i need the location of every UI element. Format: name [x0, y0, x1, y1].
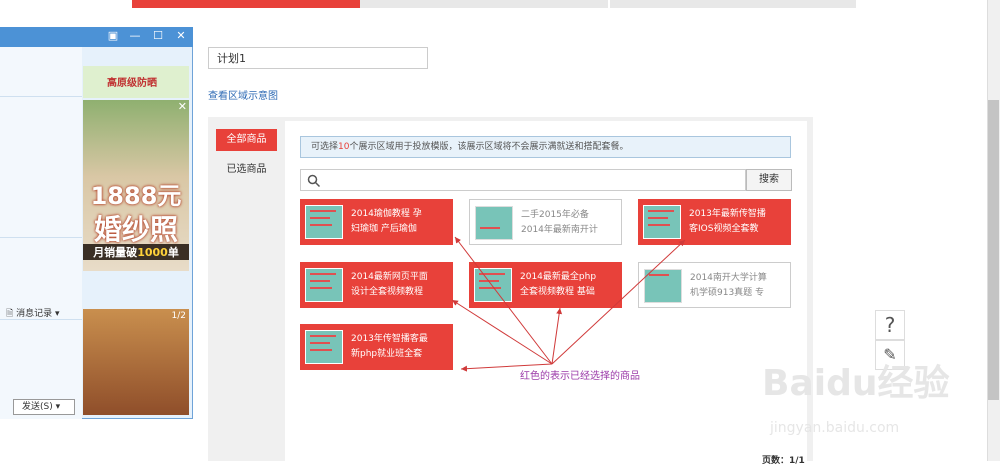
- ad-banner-top[interactable]: 高原级防晒: [83, 66, 189, 98]
- minimize-icon[interactable]: —: [128, 29, 142, 43]
- send-button[interactable]: 发送(S) ▾: [13, 399, 75, 415]
- message-record-button[interactable]: 🗎 消息记录 ▾: [6, 306, 60, 322]
- watermark-url: jingyan.baidu.com: [770, 420, 900, 436]
- scrollbar-thumb[interactable]: [988, 100, 999, 400]
- ad-banner-character[interactable]: 1/2: [83, 309, 189, 415]
- menu-icon[interactable]: ▣: [106, 29, 120, 43]
- ad-page-indicator: 1/2: [171, 311, 186, 321]
- close-icon[interactable]: ✕: [174, 29, 188, 43]
- close-icon[interactable]: ✕: [178, 100, 187, 113]
- qq-chat-area: [0, 47, 82, 419]
- ad-banner-wedding[interactable]: 1888元 婚纱照 月销量破1000单 ✕: [83, 100, 189, 271]
- annotation-text: 红色的表示已经选择的商品: [520, 371, 640, 382]
- watermark-logo: Baidu经验: [762, 363, 950, 404]
- pager: 页数：1/1: [762, 456, 805, 466]
- question-icon[interactable]: ?: [875, 310, 905, 340]
- maximize-icon[interactable]: ☐: [151, 29, 165, 43]
